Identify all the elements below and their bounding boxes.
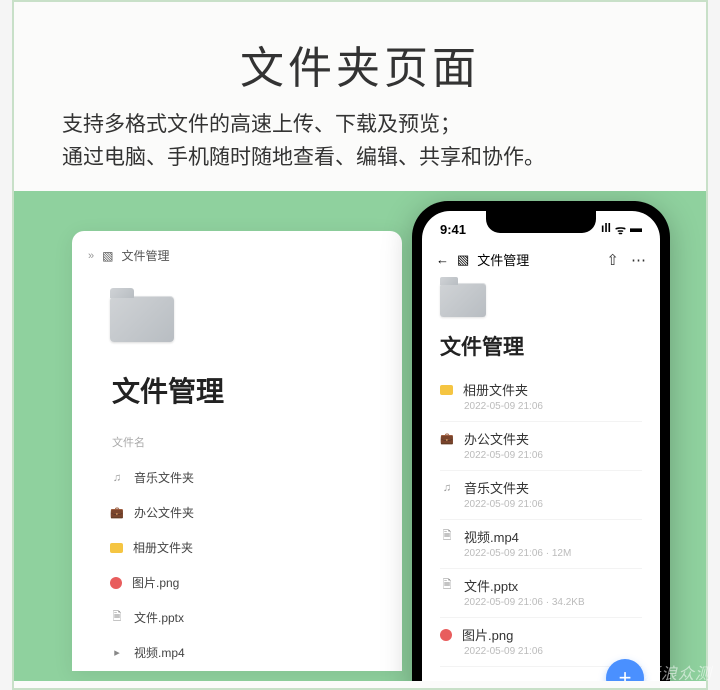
showcase-panel: » ▧ 文件管理 文件管理 文件名 ♫ 音乐文件夹 💼 办公文件夹 bbox=[14, 191, 706, 681]
phone-file-list: 相册文件夹 2022-05-09 21:06 💼 办公文件夹 2022-05-09… bbox=[422, 373, 660, 667]
list-item[interactable]: 💼 办公文件夹 bbox=[110, 495, 364, 530]
list-item[interactable]: 🗎 视频.mp4 2022-05-09 21:06 · 12M bbox=[440, 520, 642, 569]
list-item[interactable]: 相册文件夹 2022-05-09 21:06 bbox=[440, 373, 642, 422]
column-header: 文件名 bbox=[72, 434, 402, 460]
chevron-icon: » bbox=[88, 250, 94, 262]
file-name: 图片.png bbox=[132, 574, 179, 591]
subtitle-line1: 支持多格式文件的高速上传、下载及预览； bbox=[62, 108, 658, 141]
folder-icon: ▧ bbox=[457, 252, 469, 268]
file-name: 文件.pptx bbox=[134, 609, 184, 626]
document-icon: 🗎 bbox=[440, 579, 454, 593]
desktop-title: 文件管理 bbox=[72, 364, 402, 434]
list-item[interactable]: 🗎 文件.pptx 2022-05-09 21:06 · 34.2KB bbox=[440, 569, 642, 618]
folder-icon bbox=[440, 385, 453, 395]
list-item[interactable]: 相册文件夹 bbox=[110, 530, 364, 565]
list-item[interactable]: 🗎 文件.pptx bbox=[110, 600, 364, 635]
share-icon[interactable]: ⇧ bbox=[606, 251, 619, 269]
music-icon: ♫ bbox=[440, 481, 454, 495]
desktop-file-list: ♫ 音乐文件夹 💼 办公文件夹 相册文件夹 图片.png 🗎 文件. bbox=[72, 460, 402, 670]
phone-nav: ← ▧ 文件管理 ⇧ ⋯ bbox=[422, 242, 660, 273]
file-meta: 2022-05-09 21:06 bbox=[440, 499, 642, 510]
image-icon bbox=[110, 577, 122, 589]
status-time: 9:41 bbox=[440, 222, 466, 237]
signal-icon: ıll bbox=[601, 221, 611, 238]
list-item[interactable]: ♫ 音乐文件夹 bbox=[110, 460, 364, 495]
file-name: 图片.png bbox=[462, 625, 513, 644]
file-name: 视频.mp4 bbox=[134, 644, 185, 661]
phone-notch bbox=[486, 211, 596, 233]
file-name: 办公文件夹 bbox=[134, 504, 194, 521]
video-icon: ▸ bbox=[110, 646, 124, 660]
phone-preview: 9:41 ıll ᯤ ▬ ← ▧ 文件管理 ⇧ ⋯ bbox=[412, 201, 670, 681]
watermark: 新浪众测 bbox=[644, 660, 712, 684]
back-icon[interactable]: ← bbox=[436, 252, 449, 267]
file-meta: 2022-05-09 21:06 · 34.2KB bbox=[440, 597, 642, 608]
file-meta: 2022-05-09 21:06 · 12M bbox=[440, 548, 642, 559]
wifi-icon: ᯤ bbox=[615, 221, 626, 238]
briefcase-icon: 💼 bbox=[110, 506, 124, 520]
file-name: 相册文件夹 bbox=[133, 539, 193, 556]
list-item[interactable]: 图片.png bbox=[110, 565, 364, 600]
title-section: 文件夹页面 bbox=[14, 2, 706, 108]
file-name: 视频.mp4 bbox=[464, 527, 519, 546]
image-icon bbox=[440, 629, 452, 641]
phone-screen: 9:41 ıll ᯤ ▬ ← ▧ 文件管理 ⇧ ⋯ bbox=[422, 211, 660, 681]
status-icons: ıll ᯤ ▬ bbox=[601, 221, 642, 238]
file-name: 办公文件夹 bbox=[464, 429, 529, 448]
document-icon: 🗎 bbox=[110, 611, 124, 625]
file-name: 文件.pptx bbox=[464, 576, 518, 595]
folder-icon bbox=[110, 543, 123, 553]
list-item[interactable]: 图片.png 2022-05-09 21:06 bbox=[440, 618, 642, 667]
document-icon: 🗎 bbox=[440, 530, 454, 544]
file-meta: 2022-05-09 21:06 bbox=[440, 450, 642, 461]
list-item[interactable]: ♫ 音乐文件夹 2022-05-09 21:06 bbox=[440, 471, 642, 520]
desktop-preview: » ▧ 文件管理 文件管理 文件名 ♫ 音乐文件夹 💼 办公文件夹 bbox=[72, 231, 402, 671]
more-icon[interactable]: ⋯ bbox=[631, 251, 646, 269]
nav-title: 文件管理 bbox=[477, 250, 529, 269]
phone-title: 文件管理 bbox=[422, 329, 660, 373]
file-name: 音乐文件夹 bbox=[464, 478, 529, 497]
file-name: 音乐文件夹 bbox=[134, 469, 194, 486]
list-item[interactable]: ▸ 视频.mp4 bbox=[110, 635, 364, 670]
promo-frame: 文件夹页面 支持多格式文件的高速上传、下载及预览； 通过电脑、手机随时随地查看、… bbox=[12, 0, 708, 690]
subtitle: 支持多格式文件的高速上传、下载及预览； 通过电脑、手机随时随地查看、编辑、共享和… bbox=[14, 108, 706, 191]
subtitle-line2: 通过电脑、手机随时随地查看、编辑、共享和协作。 bbox=[62, 141, 658, 174]
folder-icon: ▧ bbox=[102, 249, 113, 263]
folder-hero-icon bbox=[110, 296, 174, 346]
list-item[interactable]: 💼 办公文件夹 2022-05-09 21:06 bbox=[440, 422, 642, 471]
file-meta: 2022-05-09 21:06 bbox=[440, 646, 642, 657]
file-meta: 2022-05-09 21:06 bbox=[440, 401, 642, 412]
briefcase-icon: 💼 bbox=[440, 432, 454, 446]
file-name: 相册文件夹 bbox=[463, 380, 528, 399]
music-icon: ♫ bbox=[110, 471, 124, 485]
desktop-breadcrumb[interactable]: » ▧ 文件管理 bbox=[72, 247, 402, 272]
page-title: 文件夹页面 bbox=[54, 32, 666, 96]
folder-hero-icon bbox=[440, 283, 486, 319]
battery-icon: ▬ bbox=[630, 221, 642, 238]
breadcrumb-label: 文件管理 bbox=[121, 247, 169, 264]
